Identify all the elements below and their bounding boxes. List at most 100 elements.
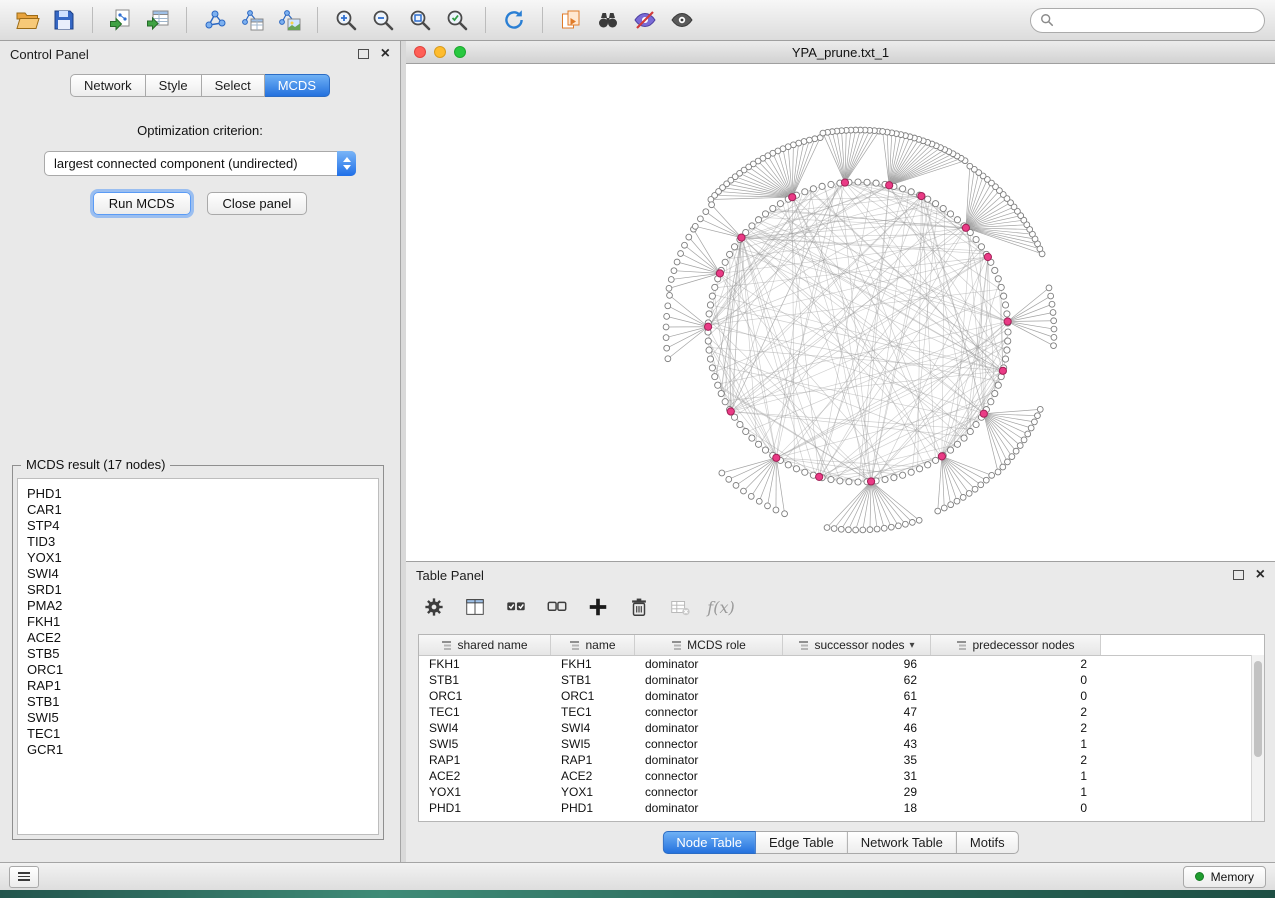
table-row[interactable]: SWI4SWI4dominator462 <box>419 720 1264 736</box>
table-row[interactable]: SWI5SWI5connector431 <box>419 736 1264 752</box>
show-details-button[interactable] <box>665 4 699 36</box>
mcds-result-node[interactable]: STP4 <box>27 518 369 534</box>
column-header-successor-nodes[interactable]: successor nodes▾ <box>783 635 931 655</box>
table-row[interactable]: YOX1YOX1connector291 <box>419 784 1264 800</box>
column-header-name[interactable]: name <box>551 635 635 655</box>
mcds-result-node[interactable]: SRD1 <box>27 582 369 598</box>
mcds-result-node[interactable]: PMA2 <box>27 598 369 614</box>
delete-row-button[interactable] <box>627 595 651 619</box>
mcds-result-node[interactable]: STB5 <box>27 646 369 662</box>
float-panel-icon[interactable] <box>358 49 369 59</box>
hide-details-button[interactable] <box>628 4 662 36</box>
tab-select[interactable]: Select <box>202 74 265 97</box>
open-session-button[interactable] <box>10 4 44 36</box>
add-row-button[interactable] <box>586 595 610 619</box>
mcds-result-node[interactable]: YOX1 <box>27 550 369 566</box>
table-row[interactable]: RAP1RAP1dominator352 <box>419 752 1264 768</box>
cell: 2 <box>931 657 1101 671</box>
table-panel-tabs: Node TableEdge TableNetwork TableMotifs <box>662 831 1018 854</box>
table-settings-button[interactable] <box>422 595 446 619</box>
column-header-MCDS-role[interactable]: MCDS role <box>635 635 783 655</box>
table-options-disabled-button <box>668 595 692 619</box>
table-row[interactable]: STB1STB1dominator620 <box>419 672 1264 688</box>
tab-style[interactable]: Style <box>146 74 202 97</box>
table-row[interactable]: ACE2ACE2connector311 <box>419 768 1264 784</box>
table-row[interactable]: ORC1ORC1dominator610 <box>419 688 1264 704</box>
mcds-result-node[interactable]: STB1 <box>27 694 369 710</box>
refresh-icon <box>502 8 526 32</box>
cell: connector <box>635 737 783 751</box>
column-header-predecessor-nodes[interactable]: predecessor nodes <box>931 635 1101 655</box>
toolbar-divider <box>186 7 187 33</box>
search-icon <box>1040 13 1054 27</box>
search-input[interactable] <box>1060 12 1255 29</box>
float-panel-icon[interactable] <box>1233 570 1244 580</box>
mcds-result-node[interactable]: ORC1 <box>27 662 369 678</box>
mcds-result-node[interactable]: FKH1 <box>27 614 369 630</box>
mcds-result-node[interactable]: PHD1 <box>27 486 369 502</box>
duplicate-network-button[interactable] <box>554 4 588 36</box>
deselect-all-button[interactable] <box>545 595 569 619</box>
table-tab-node-table[interactable]: Node Table <box>662 831 756 854</box>
mcds-result-list[interactable]: PHD1CAR1STP4TID3YOX1SWI4SRD1PMA2FKH1ACE2… <box>17 478 379 835</box>
import-network-button[interactable] <box>104 4 138 36</box>
cell: 35 <box>783 753 931 767</box>
column-header-shared-name[interactable]: shared name <box>419 635 551 655</box>
tab-network[interactable]: Network <box>70 74 146 97</box>
attribute-icon <box>441 640 452 651</box>
network-from-table-button[interactable] <box>235 4 269 36</box>
close-panel-icon[interactable]: × <box>381 46 390 62</box>
mcds-result-node[interactable]: SWI5 <box>27 710 369 726</box>
refresh-button[interactable] <box>497 4 531 36</box>
cell: ACE2 <box>419 769 551 783</box>
mcds-result-node[interactable]: TEC1 <box>27 726 369 742</box>
mcds-result-node[interactable]: GCR1 <box>27 742 369 758</box>
table-tab-motifs[interactable]: Motifs <box>957 831 1019 854</box>
search-box[interactable] <box>1030 8 1265 33</box>
status-menu-button[interactable] <box>9 866 39 888</box>
scrollbar-thumb[interactable] <box>1254 661 1262 757</box>
mcds-result-node[interactable]: CAR1 <box>27 502 369 518</box>
network-from-image-button[interactable] <box>272 4 306 36</box>
close-mcds-panel-button[interactable]: Close panel <box>207 192 308 215</box>
network-graph[interactable] <box>406 64 1275 561</box>
save-session-button[interactable] <box>47 4 81 36</box>
deselect-all-icon <box>546 596 568 618</box>
criterion-dropdown[interactable]: largest connected component (undirected) <box>44 151 356 176</box>
table-row[interactable]: TEC1TEC1connector472 <box>419 704 1264 720</box>
table-vertical-scrollbar[interactable] <box>1251 655 1264 821</box>
cell: 2 <box>931 721 1101 735</box>
cell: 0 <box>931 673 1101 687</box>
table-panel-header: Table Panel × <box>406 562 1275 588</box>
network-window-title: YPA_prune.txt_1 <box>406 45 1275 60</box>
find-button[interactable] <box>591 4 625 36</box>
network-canvas[interactable] <box>406 64 1275 561</box>
mcds-result-node[interactable]: ACE2 <box>27 630 369 646</box>
zoom-selected-button[interactable] <box>440 4 474 36</box>
close-panel-icon[interactable]: × <box>1256 567 1265 583</box>
select-all-button[interactable] <box>504 595 528 619</box>
mcds-result-node[interactable]: TID3 <box>27 534 369 550</box>
zoom-in-button[interactable] <box>329 4 363 36</box>
table-panel-title: Table Panel <box>416 568 484 583</box>
tab-mcds[interactable]: MCDS <box>265 74 330 97</box>
network-window-titlebar[interactable]: YPA_prune.txt_1 <box>406 41 1275 64</box>
zoom-out-button[interactable] <box>366 4 400 36</box>
table-tab-network-table[interactable]: Network Table <box>848 831 957 854</box>
cell: TEC1 <box>551 705 635 719</box>
table-row[interactable]: FKH1FKH1dominator962 <box>419 656 1264 672</box>
memory-button[interactable]: Memory <box>1183 866 1266 888</box>
zoom-fit-button[interactable] <box>403 4 437 36</box>
import-table-button[interactable] <box>141 4 175 36</box>
cell: 43 <box>783 737 931 751</box>
new-network-button[interactable] <box>198 4 232 36</box>
mcds-buttons-row: Run MCDS Close panel <box>0 192 400 215</box>
network-image-icon <box>277 8 301 32</box>
table-tab-edge-table[interactable]: Edge Table <box>756 831 848 854</box>
mcds-result-node[interactable]: RAP1 <box>27 678 369 694</box>
table-row[interactable]: PHD1PHD1dominator180 <box>419 800 1264 816</box>
mcds-result-node[interactable]: SWI4 <box>27 566 369 582</box>
cell: 0 <box>931 689 1101 703</box>
column-selector-button[interactable] <box>463 595 487 619</box>
run-mcds-button[interactable]: Run MCDS <box>93 192 191 215</box>
